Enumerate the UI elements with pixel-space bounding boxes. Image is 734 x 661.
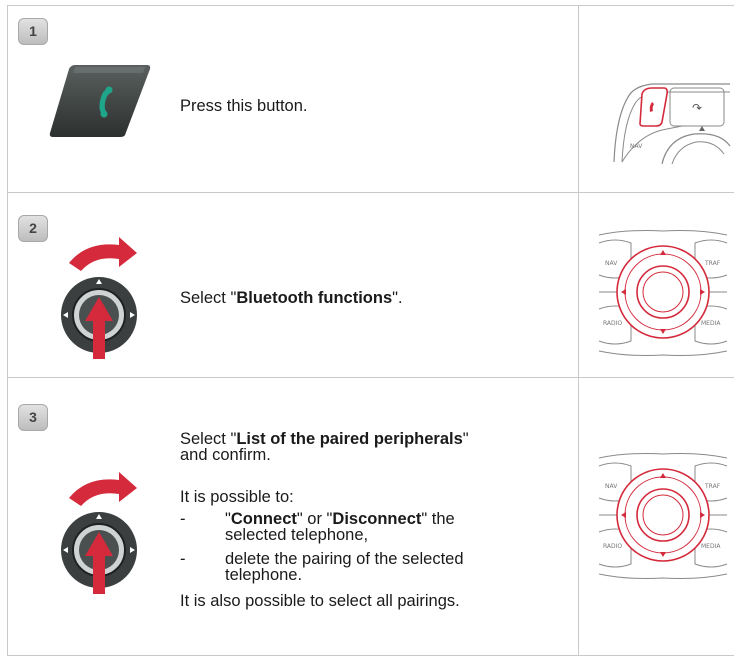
rotary-dial-icon	[61, 237, 137, 359]
panel-label-radio: RADIO	[603, 543, 622, 550]
panel-label-nav: NAV	[630, 143, 643, 150]
console-panel-phone-illustration: ↷ NAV	[613, 83, 731, 164]
step-number-badge: 2	[18, 215, 48, 242]
svg-text:↷: ↷	[692, 101, 702, 115]
panel-label-traf: TRAF	[704, 483, 721, 490]
panel-label-nav: NAV	[605, 483, 618, 490]
step-row-1: 1 Press this button. ↷ NAV	[7, 5, 734, 193]
step-3-confirm-line: and confirm.	[180, 446, 271, 464]
step-3-also-possible: It is also possible to select all pairin…	[180, 592, 460, 610]
console-panel-dial-illustration: NAV TRAF RADIO MEDIA	[598, 453, 728, 579]
step-row-2: 2 Select "Bluetooth functions". NAV TRAF…	[7, 192, 734, 378]
panel-label-radio: RADIO	[603, 320, 622, 327]
step-3-possible-intro: It is possible to:	[180, 488, 294, 506]
instruction-table: 1 Press this button. ↷ NAV 2 Select "Blu…	[7, 5, 734, 656]
phone-handset-icon	[49, 65, 151, 137]
bullet-text-cont: selected telephone,	[225, 526, 369, 544]
step-number-badge: 1	[18, 18, 48, 45]
rotary-dial-icon	[61, 472, 137, 594]
console-panel-dial-illustration: NAV TRAF RADIO MEDIA	[598, 230, 728, 356]
step-2-instruction: Select "Bluetooth functions".	[180, 289, 403, 307]
step-row-3: 3 Select "List of the paired peripherals…	[7, 377, 734, 656]
bullet-text-cont: telephone.	[225, 566, 303, 584]
panel-label-nav: NAV	[605, 260, 618, 267]
panel-label-media: MEDIA	[701, 543, 721, 550]
panel-label-traf: TRAF	[704, 260, 721, 267]
bullet-dash: -	[180, 550, 186, 568]
bullet-dash: -	[180, 510, 186, 528]
step-1-instruction: Press this button.	[180, 97, 308, 115]
panel-label-media: MEDIA	[701, 320, 721, 327]
step-number-badge: 3	[18, 404, 48, 431]
